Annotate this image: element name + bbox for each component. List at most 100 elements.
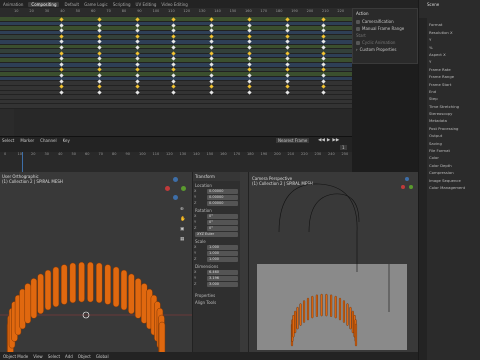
- keyframe[interactable]: [247, 90, 252, 95]
- keyframe[interactable]: [209, 62, 214, 67]
- current-frame-field[interactable]: 1: [340, 145, 347, 150]
- keyframe[interactable]: [59, 34, 64, 39]
- keyframe[interactable]: [97, 67, 102, 73]
- property-aspect-x[interactable]: Aspect X: [429, 52, 479, 57]
- rotation-mode-dropdown[interactable]: XYZ Euler: [195, 232, 238, 237]
- keyframe[interactable]: [247, 67, 252, 73]
- header-select[interactable]: Select: [48, 354, 60, 359]
- keyframe[interactable]: [285, 56, 290, 61]
- field-z[interactable]: Z 0°: [194, 226, 238, 231]
- keyframe[interactable]: [171, 50, 176, 56]
- header-global[interactable]: Global: [96, 354, 109, 359]
- keyframe[interactable]: [135, 39, 140, 45]
- keyframe[interactable]: [247, 56, 252, 61]
- keyframe[interactable]: [97, 45, 102, 50]
- keyframe[interactable]: [171, 73, 176, 78]
- property-output[interactable]: Output: [429, 133, 479, 138]
- keyframe[interactable]: [247, 50, 252, 56]
- keyframe[interactable]: [247, 45, 252, 50]
- property-y[interactable]: Y: [429, 37, 479, 42]
- play-forward-icon[interactable]: ▶▶: [332, 138, 339, 143]
- zoom-icon[interactable]: ⊕: [180, 207, 186, 212]
- keyframe[interactable]: [171, 62, 176, 67]
- align-tools-subpanel[interactable]: Align Tools: [195, 300, 238, 305]
- header-object[interactable]: Object: [78, 354, 91, 359]
- keyframe[interactable]: [97, 62, 102, 67]
- keyframe[interactable]: [97, 84, 102, 89]
- keyframe[interactable]: [59, 67, 64, 73]
- keyframe[interactable]: [97, 39, 102, 45]
- popup-item-cameraification[interactable]: Cameraification: [356, 19, 414, 24]
- timeline-editor[interactable]: 0 10 20 30 40 50 60 70 80 90 100 110 120 130 140 150 160…: [0, 152, 352, 172]
- camera-icon[interactable]: ▣: [180, 227, 186, 232]
- keyframe[interactable]: [135, 17, 140, 22]
- menu-channel[interactable]: Channel: [40, 138, 56, 143]
- field-x[interactable]: X 0°: [194, 214, 238, 219]
- tab-scripting[interactable]: Scripting: [113, 2, 131, 7]
- keyframe[interactable]: [97, 28, 102, 33]
- keyframe[interactable]: [97, 73, 102, 78]
- property-metadata[interactable]: Metadata: [429, 118, 479, 123]
- property-color[interactable]: Color: [429, 155, 479, 160]
- field-y[interactable]: Y 1.000: [194, 251, 238, 256]
- property-resolution-x[interactable]: Resolution X: [429, 30, 479, 35]
- keyframe[interactable]: [321, 28, 326, 33]
- properties-subpanel[interactable]: Properties: [195, 293, 238, 298]
- keyframe[interactable]: [247, 28, 252, 33]
- keyframe[interactable]: [321, 17, 326, 22]
- navigation-gizmo[interactable]: [401, 177, 415, 199]
- keyframe[interactable]: [135, 73, 140, 78]
- keyframe[interactable]: [59, 22, 64, 28]
- popup-item-start[interactable]: Start: [356, 33, 414, 38]
- keyframe[interactable]: [285, 90, 290, 95]
- keyframe[interactable]: [285, 45, 290, 50]
- property--[interactable]: %: [429, 45, 479, 50]
- keyframe[interactable]: [209, 67, 214, 73]
- keyframe[interactable]: [321, 73, 326, 78]
- keyframe[interactable]: [59, 45, 64, 50]
- menu-key[interactable]: Key: [63, 138, 70, 143]
- keyframe[interactable]: [135, 28, 140, 33]
- header-view[interactable]: View: [33, 354, 43, 359]
- keyframe[interactable]: [135, 22, 140, 28]
- keyframe[interactable]: [209, 50, 214, 56]
- property-time-stretching[interactable]: Time Stretching: [429, 104, 479, 109]
- keyframe[interactable]: [59, 50, 64, 56]
- keyframe[interactable]: [97, 78, 102, 84]
- keyframe[interactable]: [171, 78, 176, 84]
- tab-uv-editing[interactable]: UV Editing: [136, 2, 157, 7]
- keyframe[interactable]: [209, 73, 214, 78]
- keyframe[interactable]: [209, 56, 214, 61]
- keyframe[interactable]: [171, 22, 176, 28]
- menu-marker[interactable]: Marker: [20, 138, 34, 143]
- keyframe[interactable]: [97, 90, 102, 95]
- field-z[interactable]: Z 0.00000: [194, 201, 238, 206]
- field-x[interactable]: X 1.000: [194, 245, 238, 250]
- keyframe[interactable]: [135, 78, 140, 84]
- keyframe[interactable]: [171, 34, 176, 39]
- keyframe[interactable]: [209, 39, 214, 45]
- keyframe[interactable]: [209, 45, 214, 50]
- keyframe[interactable]: [247, 73, 252, 78]
- property-frame-start[interactable]: Frame Start: [429, 82, 479, 87]
- keyframe[interactable]: [59, 90, 64, 95]
- keyframe[interactable]: [285, 34, 290, 39]
- navigation-gizmo[interactable]: [165, 177, 189, 203]
- keyframe[interactable]: [135, 62, 140, 67]
- grid-icon[interactable]: ▦: [180, 237, 186, 242]
- keyframe[interactable]: [247, 17, 252, 22]
- keyframe[interactable]: [321, 56, 326, 61]
- keyframe[interactable]: [59, 73, 64, 78]
- keyframe[interactable]: [321, 78, 326, 84]
- keyframe[interactable]: [209, 22, 214, 28]
- field-y[interactable]: Y 0°: [194, 220, 238, 225]
- keyframe[interactable]: [97, 50, 102, 56]
- keyframe[interactable]: [285, 78, 290, 84]
- keyframe[interactable]: [285, 28, 290, 33]
- keyframe[interactable]: [97, 56, 102, 61]
- popup-item-cyclic[interactable]: Cyclic Animation: [356, 40, 414, 45]
- keyframe[interactable]: [321, 84, 326, 89]
- tab-game-logic[interactable]: Game Logic: [84, 2, 108, 7]
- keyframe[interactable]: [285, 62, 290, 67]
- play-back-icon[interactable]: ◀◀: [318, 138, 325, 143]
